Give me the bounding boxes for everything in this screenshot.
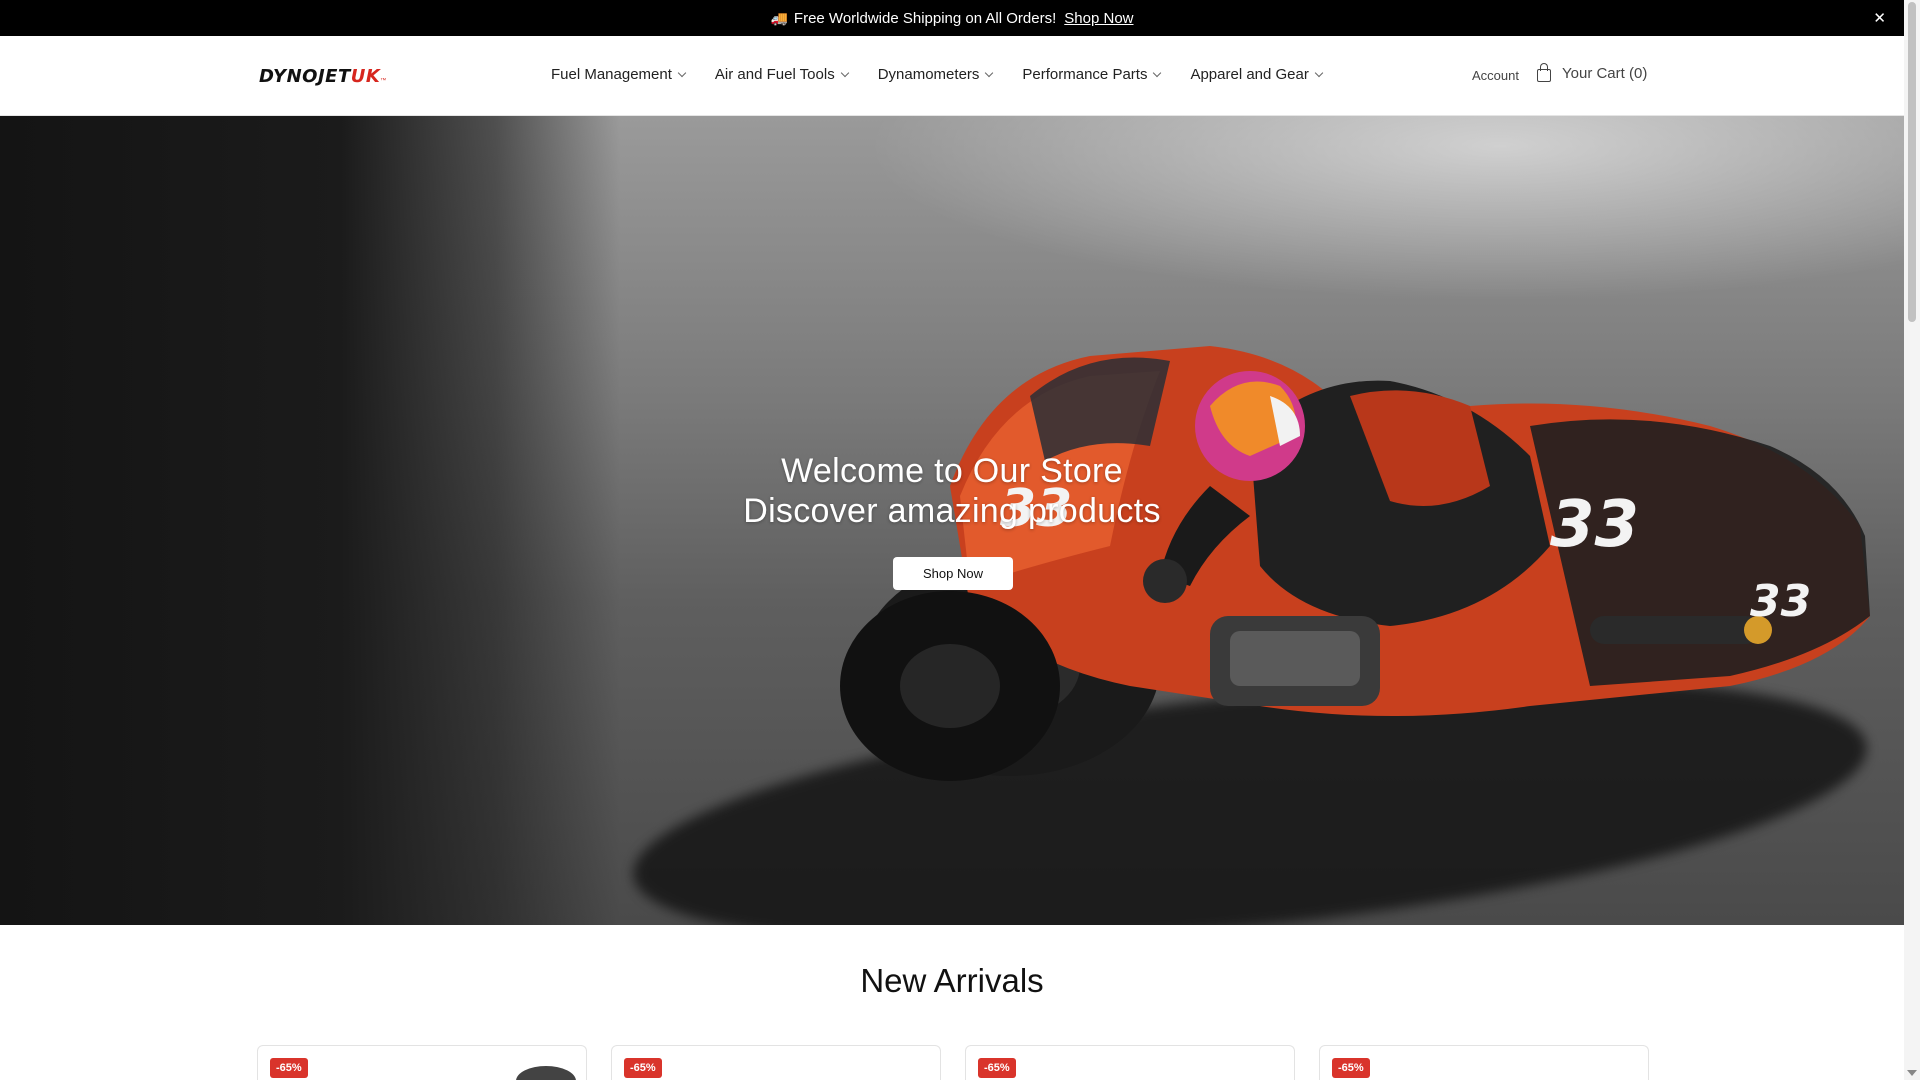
product-card[interactable]: -65% <box>965 1045 1295 1080</box>
nav-item-air-and-fuel-tools[interactable]: Air and Fuel Tools <box>714 66 849 83</box>
product-card[interactable]: -65% <box>611 1045 941 1080</box>
svg-text:33: 33 <box>1750 576 1811 627</box>
main-nav: Fuel Management Air and Fuel Tools Dynam… <box>551 66 1352 83</box>
discount-badge: -65% <box>1332 1058 1370 1078</box>
nav-label: Apparel and Gear <box>1190 66 1309 83</box>
announcement-bar: 🚚 Free Worldwide Shipping on All Orders!… <box>0 0 1904 36</box>
truck-icon: 🚚 <box>770 9 788 26</box>
product-card[interactable]: -65% <box>1319 1045 1649 1080</box>
logo-text-dynojet: DYNOJET <box>259 65 351 87</box>
hero-heading-line2: Discover amazing products <box>743 492 1161 530</box>
chevron-down-icon <box>1153 68 1162 77</box>
site-header: DYNOJET UK ™ Fuel Management Air and Fue… <box>0 36 1904 116</box>
product-card[interactable]: -65% <box>257 1045 587 1080</box>
hero-shop-now-button[interactable]: Shop Now <box>893 557 1013 590</box>
logo-trademark: ™ <box>380 78 387 84</box>
nav-item-fuel-management[interactable]: Fuel Management <box>551 66 687 83</box>
logo-text-uk: UK <box>350 65 381 87</box>
discount-badge: -65% <box>978 1058 1016 1078</box>
hero-banner: 33 33 33 Welcome to Our Store Discover a… <box>0 116 1904 925</box>
nav-item-performance-parts[interactable]: Performance Parts <box>1022 66 1162 83</box>
discount-badge: -65% <box>270 1058 308 1078</box>
close-icon[interactable]: ✕ <box>1873 9 1886 27</box>
product-image <box>516 1066 576 1080</box>
page-scrollbar[interactable] <box>1904 0 1920 1080</box>
account-link[interactable]: Account <box>1472 68 1519 83</box>
nav-label: Air and Fuel Tools <box>714 66 835 83</box>
hero-heading: Welcome to Our Store Discover amazing pr… <box>0 451 1904 531</box>
nav-item-dynamometers[interactable]: Dynamometers <box>877 66 994 83</box>
cart-link[interactable]: Your Cart (0) <box>1537 63 1648 82</box>
scrollbar-thumb[interactable] <box>1908 2 1916 322</box>
product-grid: -65% -65% -65% -65% <box>257 1045 1649 1080</box>
new-arrivals-title: New Arrivals <box>860 962 1044 999</box>
announcement-shop-now-link[interactable]: Shop Now <box>1064 10 1133 27</box>
shopping-bag-icon <box>1537 63 1551 82</box>
nav-label: Performance Parts <box>1022 66 1148 83</box>
announcement-text: Free Worldwide Shipping on All Orders! <box>793 9 1057 27</box>
hero-heading-line1: Welcome to Our Store <box>781 452 1123 490</box>
cart-label: Your Cart (0) <box>1562 65 1648 82</box>
chevron-down-icon <box>677 68 687 77</box>
discount-badge: -65% <box>624 1058 662 1078</box>
chevron-down-icon <box>840 68 849 77</box>
logo[interactable]: DYNOJET UK ™ <box>259 64 386 88</box>
nav-label: Dynamometers <box>877 66 980 83</box>
nav-item-apparel-and-gear[interactable]: Apparel and Gear <box>1190 66 1324 83</box>
scroll-down-arrow-icon[interactable] <box>1907 1070 1917 1076</box>
nav-label: Fuel Management <box>551 66 672 83</box>
chevron-down-icon <box>1314 68 1324 77</box>
chevron-down-icon <box>985 68 994 77</box>
